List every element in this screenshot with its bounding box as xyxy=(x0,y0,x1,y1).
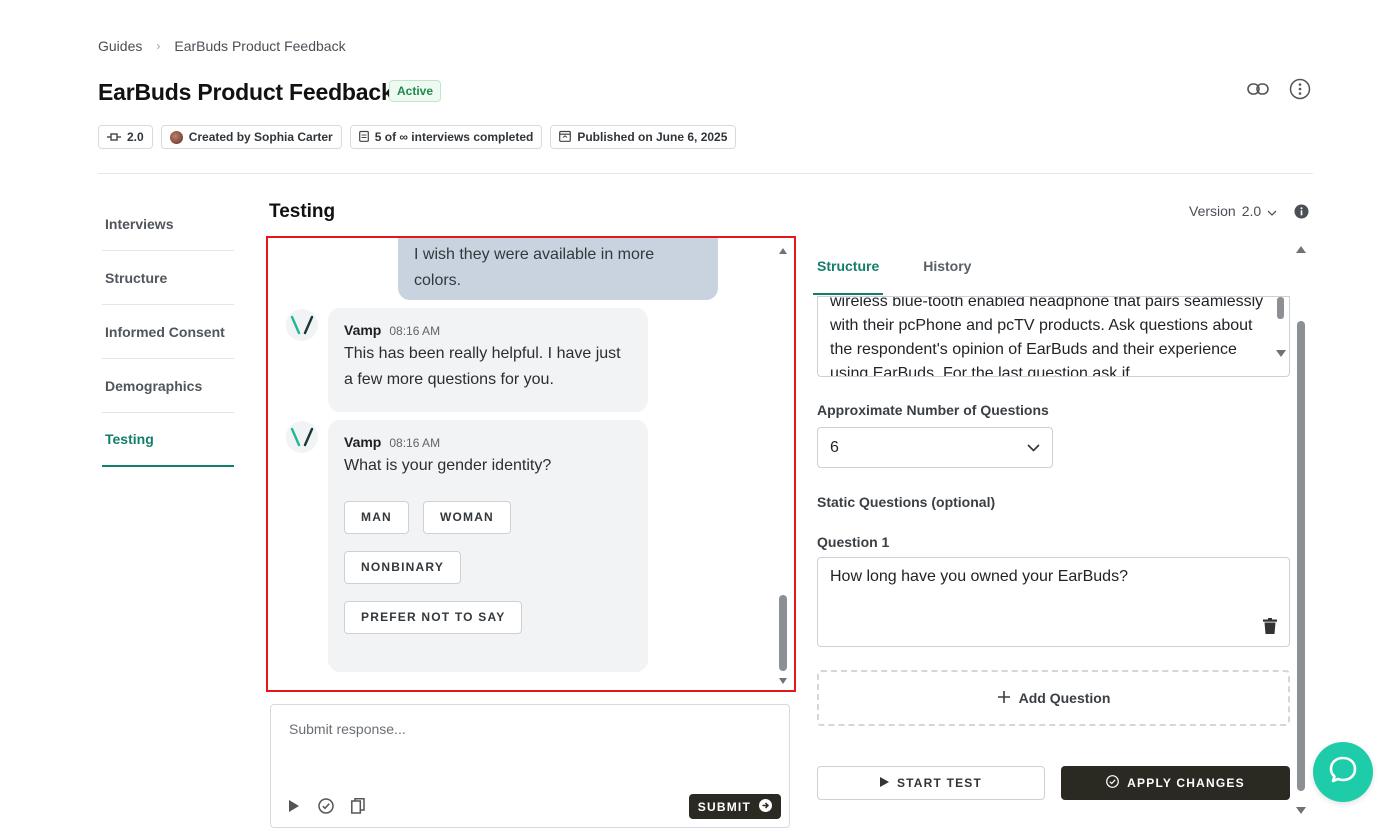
section-title: Testing xyxy=(269,201,336,222)
goal-textarea[interactable]: wireless blue-tooth enabled headphone th… xyxy=(817,296,1290,377)
option-woman-button[interactable]: WOMAN xyxy=(422,501,511,534)
scroll-down-icon[interactable] xyxy=(779,678,787,684)
response-box: SUBMIT xyxy=(270,704,790,828)
check-circle-icon[interactable] xyxy=(317,797,335,815)
static-questions-label: Static Questions (optional) xyxy=(817,494,996,510)
header-actions xyxy=(1247,78,1311,100)
version-icon xyxy=(107,130,121,144)
option-prefer-not-to-say-button[interactable]: PREFER NOT TO SAY xyxy=(344,601,523,634)
approx-questions-select[interactable]: 6 xyxy=(817,427,1053,468)
check-circle-icon xyxy=(1106,775,1120,791)
nav-item-structure[interactable]: Structure xyxy=(102,251,234,305)
avatar xyxy=(169,130,183,144)
bot-avatar xyxy=(286,309,318,341)
header-divider xyxy=(98,173,1313,174)
question-1-label: Question 1 xyxy=(817,534,890,550)
bot-avatar xyxy=(286,421,318,453)
breadcrumb-guides-link[interactable]: Guides xyxy=(98,38,142,54)
copy-icon[interactable] xyxy=(349,797,367,815)
tab-history[interactable]: History xyxy=(919,250,975,295)
version-select-value: 2.0 xyxy=(1241,203,1262,219)
creator-chip: Created by Sophia Carter xyxy=(160,125,342,149)
apply-changes-button[interactable]: APPLY CHANGES xyxy=(1061,766,1290,800)
clipboard-icon xyxy=(358,130,369,145)
approx-questions-label: Approximate Number of Questions xyxy=(817,402,1049,418)
breadcrumb-current: EarBuds Product Feedback xyxy=(174,38,346,54)
goal-scrollbar[interactable] xyxy=(1276,297,1286,376)
scroll-down-icon[interactable] xyxy=(1276,350,1286,357)
question-1-field[interactable]: How long have you owned your EarBuds? xyxy=(817,557,1290,647)
scroll-up-icon[interactable] xyxy=(1296,246,1306,253)
submit-button[interactable]: SUBMIT xyxy=(688,794,781,819)
add-question-button[interactable]: Add Question xyxy=(817,670,1290,726)
panel-tabs: Structure History xyxy=(813,250,1293,295)
sender-name: Vamp xyxy=(344,322,382,338)
published-chip: Published on June 6, 2025 xyxy=(550,125,737,149)
play-icon[interactable] xyxy=(285,797,303,815)
trash-icon[interactable] xyxy=(1263,618,1277,634)
response-tools xyxy=(285,797,367,815)
info-icon[interactable] xyxy=(1294,204,1309,219)
status-badge: Active xyxy=(389,80,442,102)
help-chat-button[interactable] xyxy=(1313,742,1373,802)
message-text: What is your gender identity? xyxy=(344,457,552,474)
interviews-chip: 5 of ∞ interviews completed xyxy=(349,125,543,149)
version-select[interactable]: Version 2.0 xyxy=(1189,203,1277,219)
bot-message: Vamp 08:16 AM What is your gender identi… xyxy=(328,420,648,672)
nav-item-testing[interactable]: Testing xyxy=(102,413,234,467)
submit-label: SUBMIT xyxy=(697,799,751,814)
start-test-label: START TEST xyxy=(896,776,983,790)
message-time: 08:16 AM xyxy=(389,324,441,338)
chevron-right-icon: › xyxy=(156,39,161,53)
creator-label: Created by Sophia Carter xyxy=(188,130,333,144)
goal-text: wireless blue-tooth enabled headphone th… xyxy=(830,296,1264,377)
scroll-thumb[interactable] xyxy=(1297,321,1305,791)
page-title: EarBuds Product Feedback xyxy=(98,79,394,105)
panel-scrollbar[interactable] xyxy=(1294,244,1308,816)
arrow-right-circle-icon xyxy=(759,798,772,815)
chat-transcript[interactable]: I wish they were available in more color… xyxy=(266,236,796,692)
nav-item-interviews[interactable]: Interviews xyxy=(102,197,234,251)
guide-meta: 2.0 Created by Sophia Carter 5 of ∞ inte… xyxy=(98,125,737,149)
start-test-button[interactable]: START TEST xyxy=(817,766,1045,800)
sender-name: Vamp xyxy=(344,434,382,450)
apply-changes-label: APPLY CHANGES xyxy=(1127,776,1245,790)
option-nonbinary-button[interactable]: NONBINARY xyxy=(344,551,462,584)
breadcrumb: Guides › EarBuds Product Feedback xyxy=(98,38,346,54)
tab-structure[interactable]: Structure xyxy=(813,250,884,295)
nav-item-demographics[interactable]: Demographics xyxy=(102,359,234,413)
scroll-up-icon[interactable] xyxy=(779,248,787,254)
chat-scrollbar[interactable] xyxy=(778,244,788,684)
approx-questions-value: 6 xyxy=(830,438,839,456)
link-icon[interactable] xyxy=(1247,78,1269,100)
nav-item-informed-consent[interactable]: Informed Consent xyxy=(102,305,234,359)
goal-scroll-thumb[interactable] xyxy=(1277,297,1284,319)
guide-nav: Interviews Structure Informed Consent De… xyxy=(102,197,234,467)
question-1-text: How long have you owned your EarBuds? xyxy=(830,568,1128,585)
play-icon xyxy=(879,776,889,790)
chevron-down-icon xyxy=(1027,439,1040,457)
bot-message: Vamp 08:16 AM This has been really helpf… xyxy=(328,308,648,412)
scroll-down-icon[interactable] xyxy=(1296,807,1306,814)
calendar-icon xyxy=(559,130,572,145)
scroll-thumb[interactable] xyxy=(779,595,787,671)
more-vertical-icon[interactable] xyxy=(1289,78,1311,100)
chat-bubble-icon xyxy=(1328,755,1358,790)
response-input[interactable] xyxy=(289,721,769,737)
interviews-label: 5 of ∞ interviews completed xyxy=(374,130,534,144)
user-message: I wish they were available in more color… xyxy=(398,238,718,300)
published-label: Published on June 6, 2025 xyxy=(577,130,728,144)
chevron-down-icon xyxy=(1267,203,1277,219)
plus-icon xyxy=(997,690,1011,707)
version-chip: 2.0 xyxy=(98,125,153,149)
answer-options: MAN WOMAN NONBINARY PREFER NOT TO SAY xyxy=(344,501,584,634)
version-select-label: Version xyxy=(1189,203,1236,219)
version-chip-label: 2.0 xyxy=(127,130,144,144)
add-question-label: Add Question xyxy=(1018,690,1111,706)
message-time: 08:16 AM xyxy=(389,436,441,450)
message-text: This has been really helpful. I have jus… xyxy=(344,345,621,388)
option-man-button[interactable]: MAN xyxy=(344,501,409,534)
